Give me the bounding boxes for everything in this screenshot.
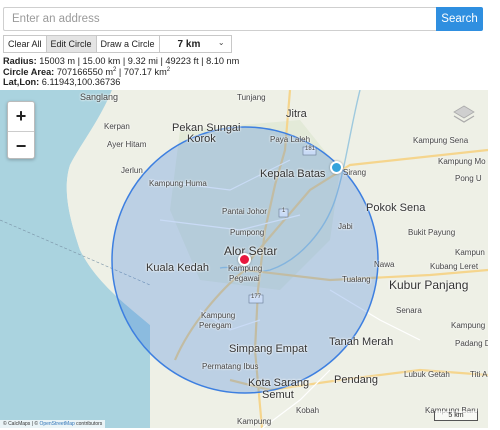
place-simpang-empat: Simpang Empat — [229, 343, 308, 355]
place-jerlun: Jerlun — [121, 166, 143, 175]
place-pokok-sena: Pokok Sena — [366, 202, 426, 214]
road-181-label: 181 — [305, 146, 316, 152]
zoom-out-button[interactable]: − — [8, 131, 34, 160]
place-tualang: Tualang — [342, 275, 371, 284]
draw-circle-button[interactable]: Draw a Circle — [95, 35, 160, 53]
place-permatang-ibus: Permatang Ibus — [202, 362, 259, 371]
place-pong-u: Pong U — [455, 174, 482, 183]
place-titi: Titi A — [470, 370, 488, 379]
place-pumpong: Pumpong — [230, 228, 265, 237]
place-kampung-pegawai-2: Pegawai — [229, 274, 260, 283]
place-kampung-sena: Kampung Sena — [413, 136, 469, 145]
radius-line: Radius: 15003 m | 15.00 km | 9.32 mi | 4… — [3, 56, 240, 66]
layers-icon[interactable] — [451, 102, 477, 128]
place-kampung-r2: Kampung — [451, 321, 486, 330]
place-kampung-mo: Kampung Mo — [438, 157, 486, 166]
place-padang-d: Padang D — [455, 339, 488, 348]
map[interactable]: 181 1 177 Sanglang Tunjang Jitra Kerpan … — [0, 90, 488, 428]
place-bukit-payung: Bukit Payung — [408, 228, 456, 237]
place-kampung-bottom: Kampung — [237, 417, 272, 426]
place-kerpan: Kerpan — [104, 122, 130, 131]
place-korok: Korok — [187, 133, 216, 145]
area-m2: 707166550 m — [56, 66, 114, 77]
search-bar: Search — [3, 7, 483, 31]
place-pantai-johor: Pantai Johor — [222, 207, 267, 216]
scale-bar: 5 km — [434, 411, 478, 421]
place-kubang-leret: Kubang Leret — [430, 262, 479, 271]
place-sanglang: Sanglang — [80, 92, 119, 102]
place-nawa: Nawa — [374, 260, 395, 269]
zoom-control: + − — [7, 101, 35, 159]
circle-radius-handle[interactable] — [330, 161, 343, 174]
area-line: Circle Area: 707166550 m2 | 707.17 km2 — [3, 66, 171, 77]
place-kobah: Kobah — [296, 406, 320, 415]
place-kepala-batas: Kepala Batas — [260, 168, 326, 180]
place-kota-sarang-2: Semut — [262, 389, 294, 401]
place-kuala-kedah: Kuala Kedah — [146, 262, 209, 274]
place-kota-sarang-1: Kota Sarang — [248, 377, 310, 389]
place-tunjang: Tunjang — [237, 93, 266, 102]
place-ayer-hitam: Ayer Hitam — [107, 140, 147, 149]
circle-info: Radius: 15003 m | 15.00 km | 9.32 mi | 4… — [3, 56, 239, 88]
address-search-input[interactable] — [3, 7, 436, 31]
place-kampung-r: Kampun — [455, 248, 485, 257]
area-km2: 707.17 km — [123, 66, 167, 77]
latlon-line: Lat,Lon: 6.11943,100.36736 — [3, 77, 121, 87]
osm-link[interactable]: OpenStreetMap — [39, 421, 74, 427]
chevron-down-icon: ⌄ — [217, 38, 225, 47]
place-sirang: Sirang — [343, 168, 367, 177]
road-177-label: 177 — [251, 294, 262, 300]
clear-all-button[interactable]: Clear All — [3, 35, 47, 53]
place-senara: Senara — [396, 306, 422, 315]
place-pendang: Pendang — [334, 374, 379, 386]
place-kubur-panjang: Kubur Panjang — [389, 278, 469, 292]
place-kampung-peregam-2: Peregam — [199, 321, 232, 330]
place-kampung-peregam-1: Kampung — [201, 311, 236, 320]
search-button[interactable]: Search — [436, 7, 483, 31]
map-attribution: © CalcMaps | © OpenStreetMap contributor… — [0, 420, 106, 428]
place-kampung-huma: Kampung Huma — [149, 179, 207, 188]
radius-select[interactable]: 7 km ⌄ — [158, 35, 232, 53]
place-tanah-merah: Tanah Merah — [329, 336, 394, 348]
road-1-label: 1 — [282, 208, 286, 214]
radius-select-value: 7 km — [177, 38, 201, 50]
place-alor-setar: Alor Setar — [224, 244, 278, 258]
circle-toolbar: Clear All Edit Circle Draw a Circle 7 km… — [3, 35, 232, 53]
latlon-value: 6.11943,100.36736 — [41, 77, 121, 87]
edit-circle-button[interactable]: Edit Circle — [45, 35, 97, 53]
place-jitra: Jitra — [286, 108, 307, 120]
place-jabi: Jabi — [338, 222, 353, 231]
zoom-in-button[interactable]: + — [8, 102, 34, 131]
place-lubuk-getah: Lubuk Getah — [404, 370, 450, 379]
circle-center-marker[interactable] — [238, 253, 251, 266]
radius-value: 15003 m | 15.00 km | 9.32 mi | 49223 ft … — [39, 56, 240, 66]
place-paya-laleh: Paya Laleh — [270, 135, 311, 144]
